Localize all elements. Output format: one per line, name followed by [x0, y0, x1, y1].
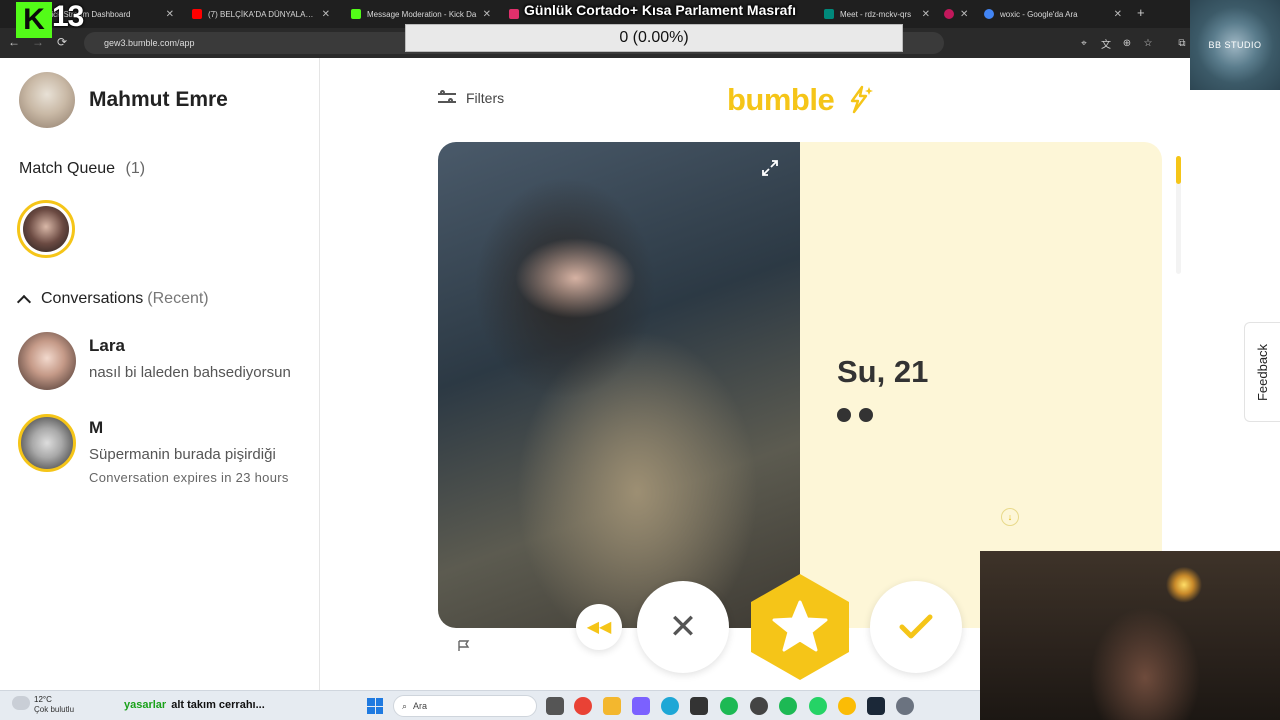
extensions-icon[interactable]: ⧉ [1175, 36, 1189, 50]
file-explorer-icon[interactable] [603, 697, 621, 715]
copilot-icon[interactable] [632, 697, 650, 715]
like-button[interactable] [870, 581, 962, 673]
app-icon[interactable] [750, 697, 768, 715]
spotify-app-icon[interactable] [779, 697, 797, 715]
match-queue-title: Match Queue (1) [19, 160, 145, 178]
webcam-overlay [980, 551, 1280, 720]
chat-ticker: yasarlar alt takım cerrahı... [124, 699, 265, 711]
ticker-text: alt takım cerrahı... [171, 699, 265, 711]
close-tab-icon[interactable]: ✕ [960, 9, 968, 20]
check-icon [899, 614, 933, 639]
youtube-favicon-icon [192, 9, 202, 19]
chrome-icon[interactable] [838, 697, 856, 715]
url-text: gew3.bumble.com/app [104, 38, 195, 48]
match-queue-avatar[interactable] [17, 200, 75, 258]
chevron-up-icon[interactable] [16, 294, 32, 309]
taskbar-search[interactable]: ⌕ Ara [393, 695, 537, 717]
superswipe-button[interactable] [746, 572, 854, 682]
stream-overlay-counter: 0 (0.00%) [405, 24, 903, 52]
profile-photo[interactable] [438, 142, 800, 628]
filters-button[interactable]: Filters [438, 90, 504, 106]
browser-tab[interactable]: woxic - Google'da Ara ✕ [978, 4, 1128, 24]
conversation-item[interactable]: Lara nasıl bi laleden bahsediyorsun [18, 332, 310, 392]
browser-tab[interactable]: (7) BELÇİKA'DA DÜNYALARI YE ✕ [186, 4, 336, 24]
close-tab-icon[interactable]: ✕ [922, 9, 930, 20]
taskbar-search-placeholder: Ara [413, 701, 428, 711]
close-tab-icon[interactable]: ✕ [166, 9, 174, 20]
close-tab-icon[interactable]: ✕ [1114, 9, 1122, 20]
conversation-name: Lara [89, 336, 125, 355]
tab-title: Meet - rdz-mckv-qrs [840, 9, 912, 19]
bumble-logo[interactable]: bumble [727, 82, 835, 118]
tab-title: woxic - Google'da Ara [1000, 9, 1078, 19]
sidebar: Mahmut Emre Match Queue (1) Conversation… [0, 58, 320, 690]
conversation-preview: Süpermanin burada pişirdiği [89, 446, 276, 463]
pass-button[interactable]: ✕ [637, 581, 729, 673]
match-avatar-image [23, 206, 69, 252]
kick-viewer-number: 13 [52, 0, 84, 33]
scroll-down-icon[interactable]: ↓ [1001, 508, 1019, 526]
weather-desc[interactable]: Çok bulutlu [34, 705, 74, 714]
rewind-button[interactable]: ◀◀ [576, 604, 622, 650]
whatsapp-icon[interactable] [809, 697, 827, 715]
feedback-label: Feedback [1255, 343, 1270, 401]
close-icon: ✕ [668, 608, 698, 646]
user-avatar[interactable] [19, 72, 75, 128]
conversations-filter: (Recent) [147, 290, 209, 307]
match-queue-label: Match Queue [19, 160, 116, 177]
conversation-item[interactable]: M Süpermanin burada pişirdiği Conversati… [18, 414, 310, 494]
close-tab-icon[interactable]: ✕ [322, 9, 330, 20]
filters-label: Filters [466, 90, 505, 106]
quote-icon [837, 408, 851, 422]
recording-favicon-icon [944, 9, 954, 19]
windows-start-icon[interactable] [367, 698, 383, 714]
feedback-tab[interactable]: Feedback [1244, 322, 1280, 422]
conversation-name: M [89, 418, 104, 437]
avatar [18, 414, 76, 472]
steam-icon[interactable] [867, 697, 885, 715]
edge-icon[interactable] [661, 697, 679, 715]
zoom-icon[interactable]: ⊕ [1120, 36, 1134, 50]
chrome-icon[interactable] [574, 697, 592, 715]
location-icon[interactable]: ⌖ [1077, 36, 1091, 50]
user-name[interactable]: Mahmut Emre [89, 88, 228, 112]
conversation-preview: nasıl bi laleden bahsediyorsun [89, 364, 291, 381]
ticker-user: yasarlar [124, 699, 167, 711]
google-favicon-icon [984, 9, 994, 19]
kick-overlay-logo: K 13 [16, 0, 106, 40]
bumble-sparkle-icon [850, 85, 873, 114]
profile-name-age: Su, 21 [837, 354, 929, 389]
spotify-app-icon[interactable] [720, 697, 738, 715]
rewind-icon: ◀◀ [586, 619, 612, 636]
bookmark-star-icon[interactable]: ☆ [1141, 36, 1155, 50]
new-tab-icon[interactable]: + [1137, 5, 1145, 20]
browser-tab[interactable]: ✕ [938, 4, 974, 24]
avatar [18, 332, 76, 390]
expand-icon[interactable] [762, 160, 778, 176]
search-icon: ⌕ [402, 700, 408, 711]
sliders-icon [438, 90, 456, 105]
kick-favicon-icon [351, 9, 361, 19]
hexagon-star-icon [751, 574, 849, 680]
report-flag-icon[interactable] [457, 640, 471, 652]
task-view-icon[interactable] [546, 697, 564, 715]
taskbar: 12°C Çok bulutlu yasarlar alt takım cerra… [0, 690, 980, 720]
conversations-header[interactable]: Conversations (Recent) [16, 290, 209, 309]
spotify-icon [859, 408, 873, 422]
conversation-expiry: Conversation expires in 23 hours [89, 470, 289, 485]
weather-temp[interactable]: 12°C [34, 695, 52, 704]
bb-studio-badge: BB STUDIO [1190, 0, 1280, 90]
tab-title: Message Moderation - Kick Da [367, 9, 477, 19]
store-icon[interactable] [690, 697, 708, 715]
tab-title: (7) BELÇİKA'DA DÜNYALARI YE [208, 9, 316, 19]
card-scrollbar-thumb[interactable] [1176, 156, 1181, 184]
stream-overlay-title: Günlük Cortado+ Kısa Parlament Masrafı [524, 2, 796, 18]
match-queue-count: (1) [125, 160, 146, 177]
conversations-label: Conversations (Recent) [41, 290, 209, 307]
bb-studio-label: BB STUDIO [1208, 40, 1262, 50]
translate-icon[interactable]: 文 [1099, 36, 1113, 51]
cloud-icon [12, 696, 30, 710]
kick-logo-icon: K [16, 2, 52, 38]
settings-icon[interactable] [896, 697, 914, 715]
